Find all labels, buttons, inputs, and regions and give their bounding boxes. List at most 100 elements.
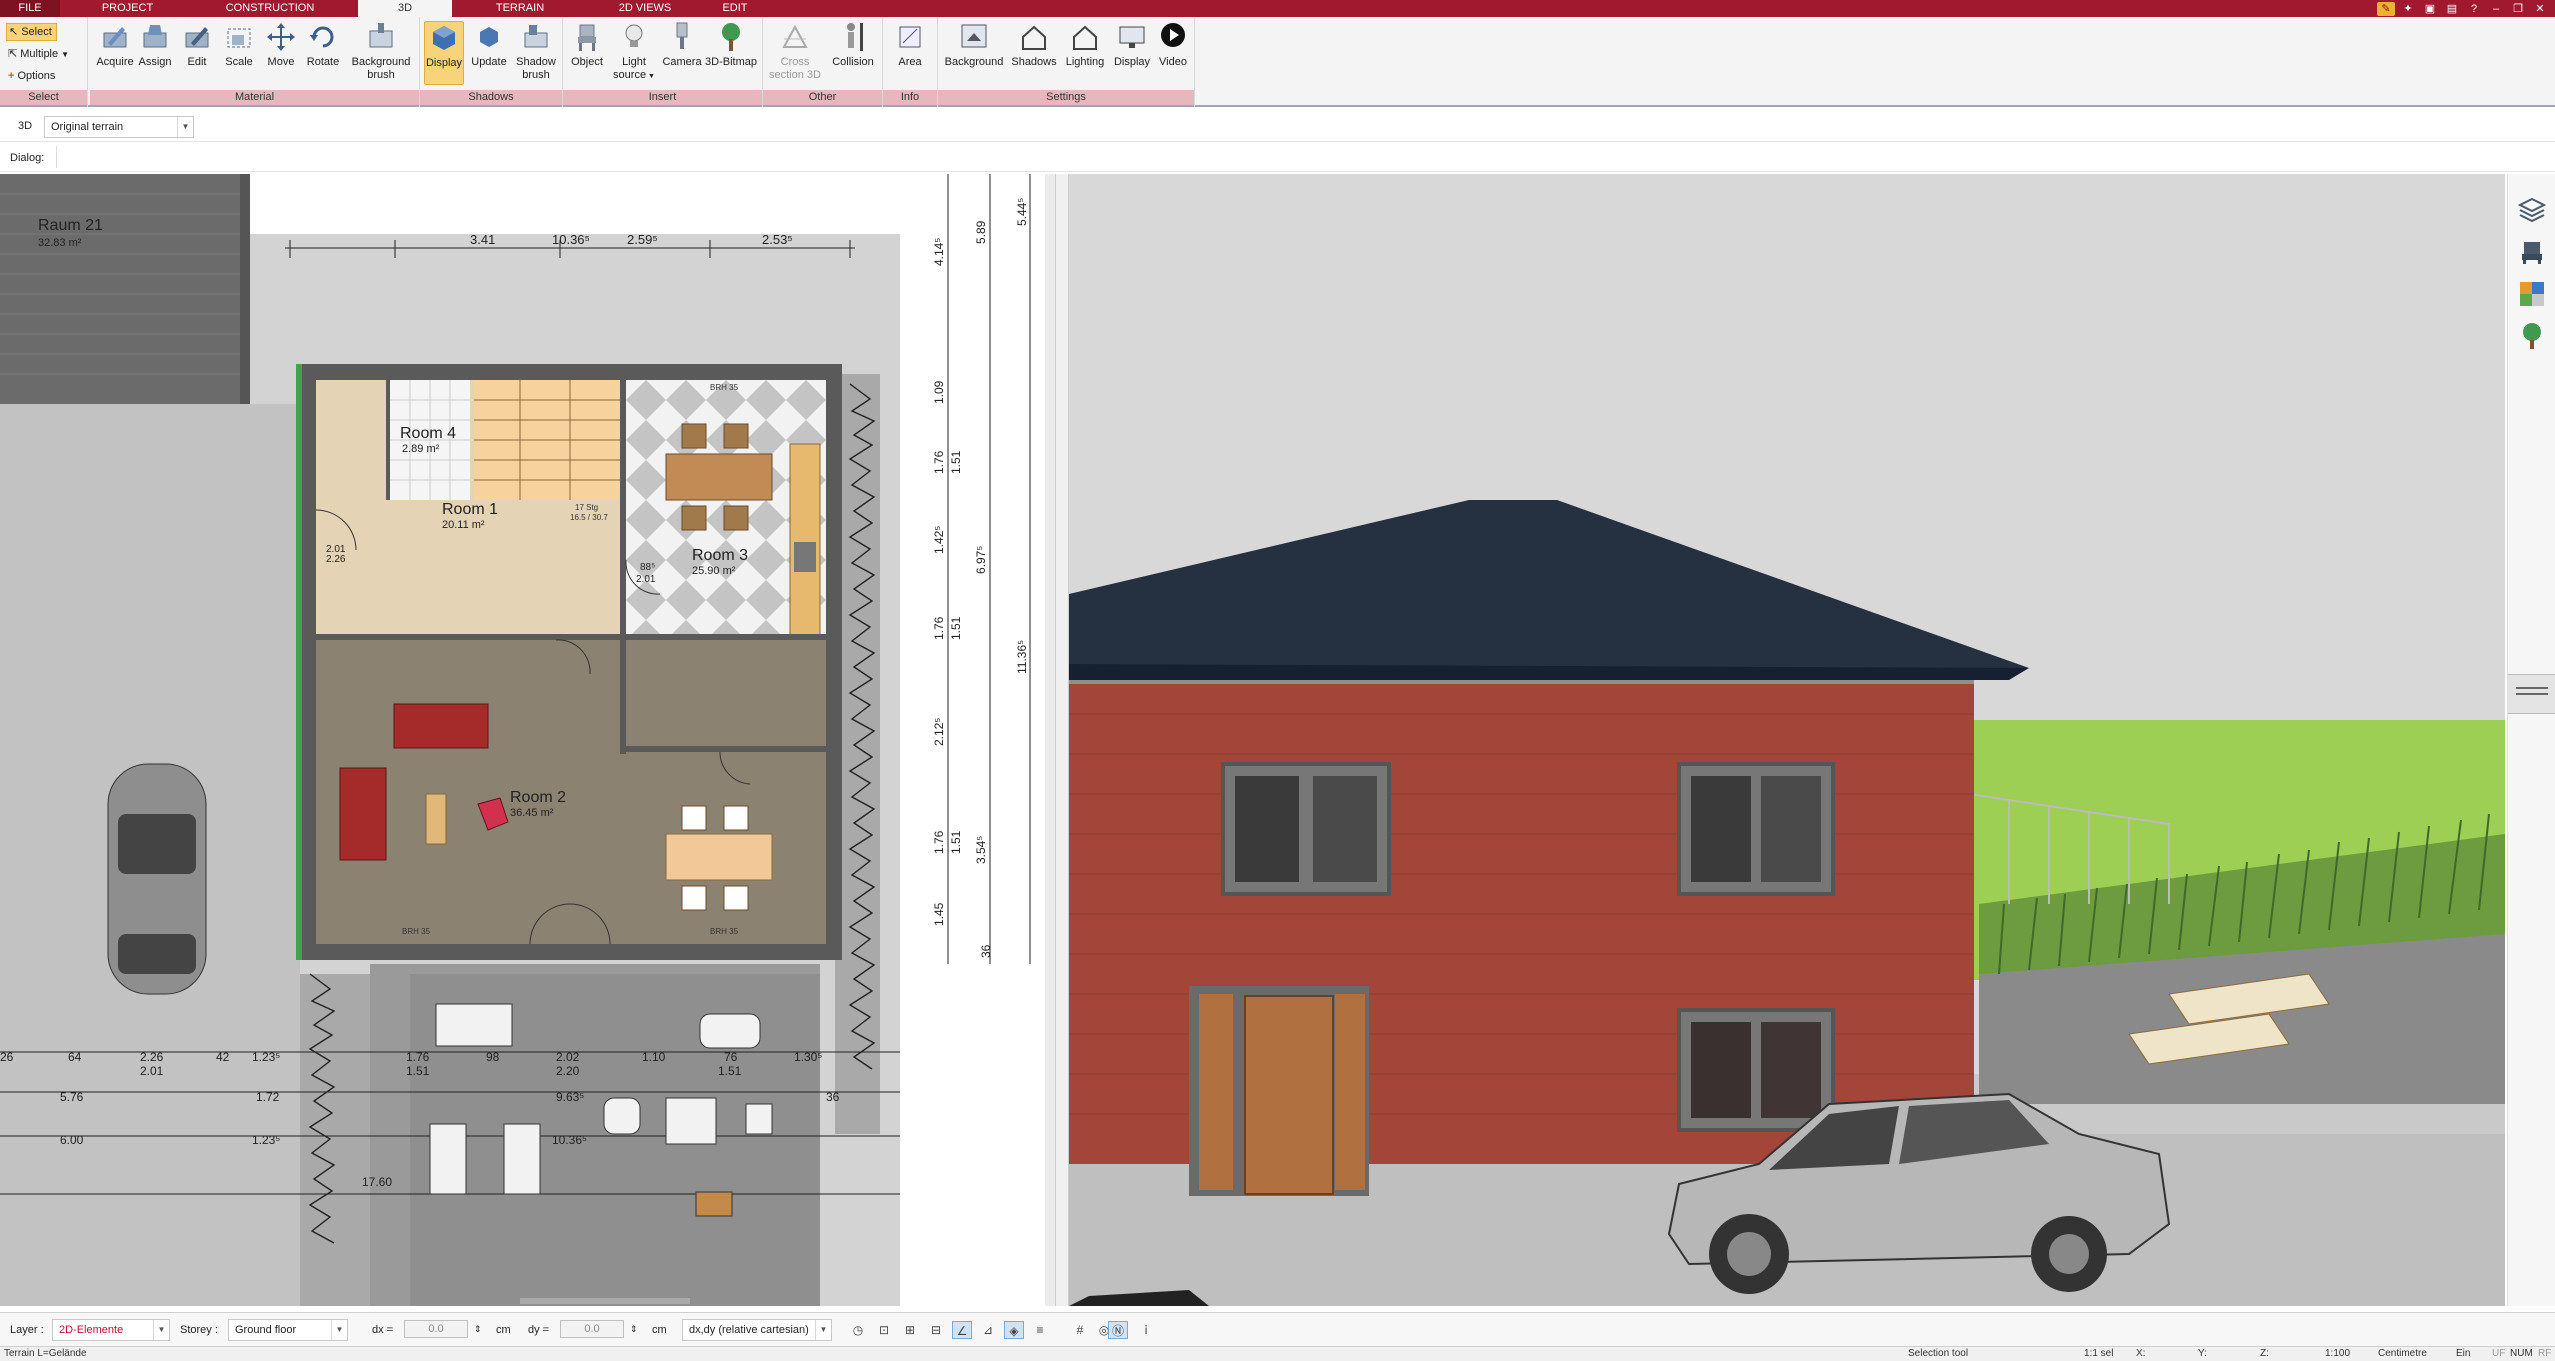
guides-icon[interactable]: ≡ xyxy=(1030,1321,1050,1339)
layers-toggle-icon[interactable]: ◈ xyxy=(1004,1321,1024,1339)
tools-icon[interactable]: ✎ xyxy=(2377,1,2395,16)
dim-bottom-r1-6: 98 xyxy=(486,1050,500,1064)
paint-bucket-icon xyxy=(143,25,167,48)
video-button[interactable]: Video xyxy=(1154,21,1192,69)
shadows-settings-button[interactable]: Shadows xyxy=(1008,21,1060,69)
room-raum21-name: Raum 21 xyxy=(38,217,103,234)
dx-input[interactable]: 0.0 xyxy=(404,1320,468,1338)
grid-icon[interactable]: # xyxy=(1070,1321,1090,1339)
chevron-down-icon: ▼ xyxy=(331,1320,347,1340)
menu-tab-terrain[interactable]: TERRAIN xyxy=(480,0,560,17)
dim-bottom-r3-0: 6.00 xyxy=(60,1133,84,1147)
shadows-update-button[interactable]: Update xyxy=(468,21,510,69)
separator xyxy=(56,146,57,168)
dim-right-16: 36 xyxy=(979,944,993,958)
acquire-button[interactable]: Acquire xyxy=(95,21,135,69)
info-icon[interactable]: ⅰ xyxy=(1136,1321,1156,1339)
dim-top-3: 2.53⁵ xyxy=(762,232,793,247)
menu-tab-construction[interactable]: CONSTRUCTION xyxy=(205,0,335,17)
move-button[interactable]: Move xyxy=(262,21,300,69)
status-num: NUM xyxy=(2510,1348,2533,1359)
status-y: Y: xyxy=(2198,1348,2207,1359)
close-icon[interactable]: ✕ xyxy=(2531,2,2549,16)
dialog-label: Dialog: xyxy=(10,152,45,164)
angle-icon[interactable]: ∠ xyxy=(952,1321,972,1339)
assign-button[interactable]: Assign xyxy=(136,21,174,69)
cross-section-3d-button[interactable]: Cross section 3D xyxy=(767,21,823,82)
minimize-icon[interactable]: – xyxy=(2487,2,2505,16)
menu-tab-project[interactable]: PROJECT xyxy=(85,0,170,17)
dim-top-1: 10.36⁵ xyxy=(552,232,590,247)
dim-right-13: 1.51 xyxy=(949,830,963,854)
layers-icon[interactable] xyxy=(2518,196,2546,224)
shadow-brush-button[interactable]: Shadow brush xyxy=(513,21,559,82)
restore-icon[interactable]: ❐ xyxy=(2509,2,2527,16)
scale-button[interactable]: Scale xyxy=(220,21,258,69)
menu-tab-file[interactable]: FILE xyxy=(0,0,60,17)
dy-unit: cm xyxy=(652,1324,667,1336)
ortho-icon[interactable]: ⊿ xyxy=(978,1321,998,1339)
dim-right-5: 1.51 xyxy=(949,450,963,474)
furniture-icon[interactable] xyxy=(2518,238,2546,266)
dim-right-11: 2.12⁵ xyxy=(932,718,946,746)
rotate-button[interactable]: Rotate xyxy=(303,21,343,69)
ribbon-group-insert: Object Light source ▼ Camera 3D-Bitmap I… xyxy=(563,17,763,107)
menu-tab-2d-views[interactable]: 2D VIEWS xyxy=(600,0,690,17)
play-icon xyxy=(1161,23,1185,47)
room-1-name: Room 1 xyxy=(442,501,498,518)
menu-tab-3d[interactable]: 3D xyxy=(358,0,452,17)
layout2-icon[interactable]: ▤ xyxy=(2443,2,2461,16)
camera-button[interactable]: Camera xyxy=(661,21,703,69)
room-4-name: Room 4 xyxy=(400,425,456,442)
chevron-down-icon: ▼ xyxy=(815,1320,831,1340)
shadows-display-button[interactable]: Display xyxy=(424,21,464,85)
dx-stepper-icon[interactable]: ⇕ xyxy=(474,1324,482,1335)
3d-bitmap-button[interactable]: 3D-Bitmap xyxy=(703,21,759,69)
menu-tab-edit[interactable]: EDIT xyxy=(710,0,760,17)
layer-select[interactable]: 2D-Elemente ▼ xyxy=(52,1319,170,1341)
3d-view[interactable] xyxy=(1069,174,2505,1306)
materials-icon[interactable] xyxy=(2518,280,2546,308)
status-sel: 1:1 sel xyxy=(2084,1348,2114,1359)
dim-bottom-r1-3: 42 xyxy=(216,1050,230,1064)
view-splitter[interactable] xyxy=(1055,174,1069,1306)
snap2-icon[interactable]: ⊞ xyxy=(900,1321,920,1339)
terrain-select[interactable]: Original terrain ▼ xyxy=(44,116,194,138)
help-icon[interactable]: ? xyxy=(2465,2,2483,16)
background-settings-button[interactable]: Background xyxy=(942,21,1006,69)
snap3-icon[interactable]: ⊟ xyxy=(926,1321,946,1339)
lighting-settings-button[interactable]: Lighting xyxy=(1062,21,1108,69)
right-tool-panel xyxy=(2507,174,2555,1306)
multiple-button[interactable]: ⇱ Multiple ▼ xyxy=(6,45,73,63)
panel-collapse-handle[interactable] xyxy=(2508,674,2555,714)
light-source-button[interactable]: Light source ▼ xyxy=(611,21,657,83)
layout-icon[interactable]: ▣ xyxy=(2421,2,2439,16)
cube-refresh-icon xyxy=(480,27,498,47)
select-button[interactable]: ↖ Select xyxy=(6,23,57,41)
clock-icon[interactable]: ◷ xyxy=(848,1321,868,1339)
dialog-bar: Dialog: xyxy=(0,144,2555,172)
background-brush-button[interactable]: Background brush xyxy=(346,21,416,82)
menu-bar: FILE PROJECT CONSTRUCTION 3D TERRAIN 2D … xyxy=(0,0,2555,17)
dy-stepper-icon[interactable]: ⇕ xyxy=(630,1324,638,1335)
ribbon: ↖ Select ⇱ Multiple ▼ + Options Select A… xyxy=(0,17,2555,107)
dim-bottom-r4-0: 17.60 xyxy=(362,1175,392,1189)
dy-input[interactable]: 0.0 xyxy=(560,1320,624,1338)
edit-material-button[interactable]: Edit xyxy=(178,21,216,69)
cursor-icon: ↖ xyxy=(9,25,19,38)
snap-icon[interactable]: ⊡ xyxy=(874,1321,894,1339)
monitor-icon xyxy=(1119,26,1145,48)
dim-bottom-r1b-3: 1.51 xyxy=(718,1064,742,1078)
coordinate-mode-select[interactable]: dx,dy (relative cartesian) ▼ xyxy=(682,1319,832,1341)
options-button[interactable]: + Options xyxy=(6,67,59,85)
pin-icon[interactable]: ✦ xyxy=(2399,2,2417,16)
ribbon-group-select: ↖ Select ⇱ Multiple ▼ + Options Select xyxy=(0,17,88,107)
storey-select[interactable]: Ground floor ▼ xyxy=(228,1319,348,1341)
area-button[interactable]: Area xyxy=(889,21,931,69)
floor-plan-view[interactable]: Raum 21 32.83 m² 17 Stg 16.5 / 30.7 Room… xyxy=(0,174,1055,1306)
north-icon[interactable]: Ⓝ xyxy=(1108,1321,1128,1339)
collision-button[interactable]: Collision xyxy=(827,21,879,69)
display-settings-button[interactable]: Display xyxy=(1110,21,1154,69)
tree-icon[interactable] xyxy=(2518,322,2546,350)
object-button[interactable]: Object xyxy=(567,21,607,69)
